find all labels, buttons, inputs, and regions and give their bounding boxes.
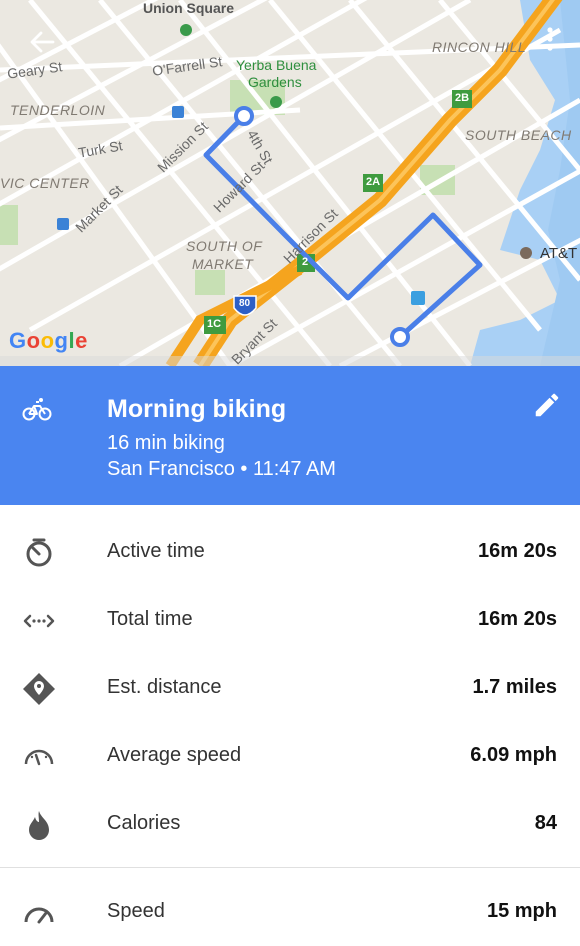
stat-label: Est. distance xyxy=(107,676,222,698)
stat-row-average-speed: Average speed 6.09 mph xyxy=(0,722,580,790)
more-options-button[interactable] xyxy=(536,22,564,56)
map-label-tenderloin: TENDERLOIN xyxy=(10,102,106,118)
stat-value: 16m 20s xyxy=(478,608,557,630)
google-logo-letter: g xyxy=(54,328,69,353)
stat-row-total-time: Total time 16m 20s xyxy=(0,586,580,654)
stat-row-speed: Speed 15 mph xyxy=(0,878,580,946)
stat-label: Speed xyxy=(107,900,165,922)
map-exit-2a: 2A xyxy=(366,176,381,188)
map-label-south-of-market-1: SOUTH OF xyxy=(186,238,263,254)
map-label-rincon-hill: RINCON HILL xyxy=(432,39,527,55)
map-label-south-beach: SOUTH BEACH xyxy=(465,127,572,143)
google-logo-letter: e xyxy=(75,328,88,353)
stat-row-distance: Est. distance 1.7 miles xyxy=(0,654,580,722)
google-logo-letter: o xyxy=(26,328,41,353)
edit-button[interactable] xyxy=(532,390,566,424)
stat-label: Calories xyxy=(107,812,181,834)
google-logo-letter: o xyxy=(40,328,55,353)
speedometer-icon xyxy=(24,749,54,766)
stat-value: 1.7 miles xyxy=(472,676,557,698)
map-exit-2: 2 xyxy=(302,256,309,268)
more-vertical-icon xyxy=(547,27,553,51)
map-label-civic-center: VIC CENTER xyxy=(0,175,90,191)
google-logo-letter: G xyxy=(9,328,27,353)
stat-value: 16m 20s xyxy=(478,540,557,562)
back-button[interactable] xyxy=(22,22,62,62)
map-label-south-of-market-2: MARKET xyxy=(192,256,254,272)
map-label-yerba-buena-2: Gardens xyxy=(248,74,302,90)
activity-place-time: San Francisco • 11:47 AM xyxy=(107,458,336,480)
route-map[interactable]: Union Square Geary St O'Farrell St Yerba… xyxy=(0,0,580,366)
map-exit-2b: 2B xyxy=(455,92,470,104)
stat-row-calories: Calories 84 xyxy=(0,790,580,858)
bike-icon xyxy=(22,398,52,421)
stat-value: 84 xyxy=(534,812,557,834)
activity-title: Morning biking xyxy=(107,395,287,423)
map-label-att: AT&T xyxy=(540,245,578,262)
stat-label: Total time xyxy=(107,608,193,630)
stat-row-active-time: Active time 16m 20s xyxy=(0,518,580,586)
map-interstate-80: 80 xyxy=(239,298,251,309)
stat-label: Average speed xyxy=(107,744,242,766)
map-label-union-square: Union Square xyxy=(143,0,235,16)
timer-icon xyxy=(26,538,52,567)
flame-icon xyxy=(29,811,49,840)
stat-label: Active time xyxy=(107,540,205,562)
activity-duration: 16 min biking xyxy=(107,432,225,454)
location-diamond-icon xyxy=(23,673,55,705)
pencil-icon xyxy=(535,393,559,417)
total-time-icon xyxy=(23,614,55,628)
stat-value: 6.09 mph xyxy=(470,744,557,766)
stat-value: 15 mph xyxy=(486,900,557,922)
activity-header: Morning biking 16 min biking San Francis… xyxy=(0,366,580,505)
map-label-yerba-buena-1: Yerba Buena xyxy=(236,57,317,73)
map-exit-1c: 1C xyxy=(207,318,222,330)
arrow-left-icon xyxy=(30,31,55,53)
speed-gauge-icon xyxy=(24,907,54,924)
section-divider xyxy=(0,867,580,868)
google-logo: Google xyxy=(9,328,88,354)
